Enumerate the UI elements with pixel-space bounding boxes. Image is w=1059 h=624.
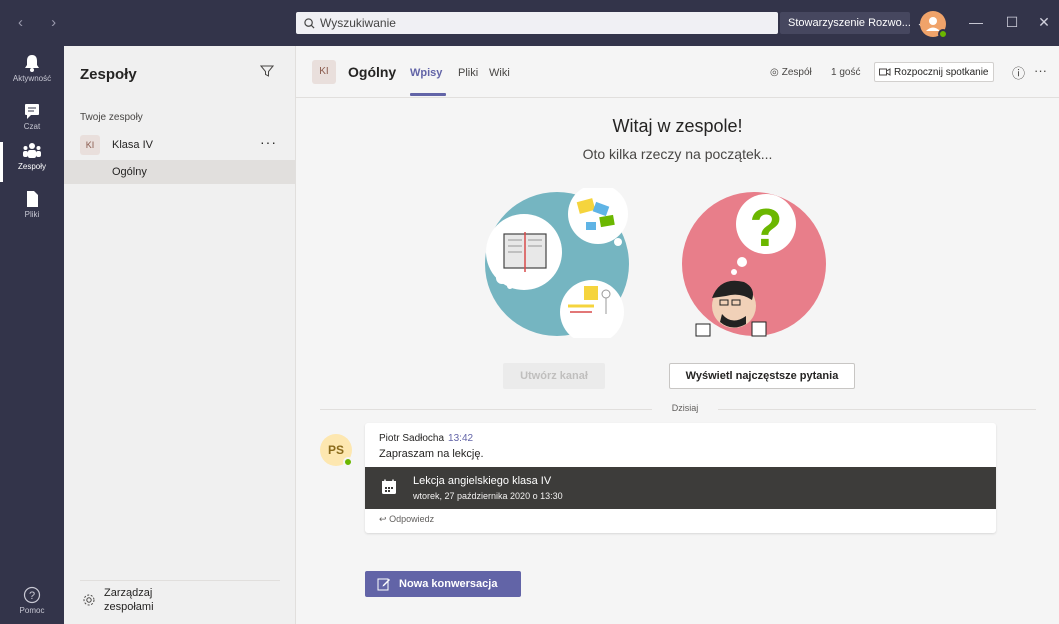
message-time: 13:42: [448, 433, 474, 444]
reply-icon: ↩: [379, 514, 387, 524]
nav-arrows[interactable]: ‹ ›: [18, 14, 68, 31]
channel-name: Ogólny: [112, 166, 147, 178]
teams-panel: Zespoły Twoje zespoły KI Klasa IV ··· Og…: [64, 46, 296, 624]
divider: [718, 409, 1036, 410]
meeting-card[interactable]: Lekcja angielskiego klasa IV wtorek, 27 …: [365, 467, 996, 509]
team-name: Klasa IV: [112, 139, 153, 151]
app-rail: Aktywność Czat Zespoły Pliki ? Pomoc: [0, 46, 64, 624]
rail-item-files[interactable]: Pliki: [0, 186, 64, 234]
welcome-title: Witaj w zespole!: [612, 116, 743, 136]
divider: [80, 580, 280, 581]
team-item[interactable]: KI Klasa IV ···: [64, 132, 295, 160]
reply-button[interactable]: ↩ Odpowiedz: [379, 514, 434, 525]
presence-dot: [343, 457, 353, 467]
channel-header: KI Ogólny Wpisy Pliki Wiki ◎ Zespół 1 go…: [296, 46, 1059, 98]
tab-wiki[interactable]: Wiki: [489, 67, 510, 79]
presence-dot: [938, 29, 948, 39]
active-indicator: [0, 142, 3, 182]
rail-item-teams[interactable]: Zespoły: [0, 138, 64, 186]
tab-files[interactable]: Pliki: [458, 67, 478, 79]
start-meeting-label: Rozpocznij spotkanie: [894, 66, 989, 78]
more-options-icon[interactable]: ···: [260, 134, 277, 150]
meeting-title: Lekcja angielskiego klasa IV: [413, 475, 552, 487]
video-camera-icon: [879, 68, 891, 76]
new-conversation-label: Nowa konwersacja: [399, 578, 498, 590]
section-label: Twoje zespoły: [80, 112, 143, 123]
minimize-button[interactable]: —: [966, 14, 986, 30]
start-meeting-button[interactable]: Rozpocznij spotkanie: [874, 62, 994, 82]
team-avatar: KI: [80, 135, 100, 155]
channels-illustration: [485, 188, 629, 338]
team-chip[interactable]: ◎ Zespół: [766, 62, 816, 82]
rail-label: Czat: [23, 122, 41, 131]
teams-icon: [23, 143, 41, 158]
filter-icon[interactable]: [260, 64, 274, 78]
meeting-date: wtorek, 27 października 2020 o 13:30: [413, 491, 563, 501]
team-chip-label: Zespół: [781, 66, 812, 78]
author-initials: PS: [327, 443, 344, 457]
message-text: Zapraszam na lekcję.: [379, 448, 484, 460]
team-avatar: KI: [312, 60, 336, 84]
channel-item-general[interactable]: Ogólny: [64, 160, 295, 184]
svg-text:?: ?: [750, 198, 783, 258]
faq-illustration: ?: [682, 192, 826, 337]
more-options-icon[interactable]: ···: [1034, 63, 1047, 78]
files-icon: [27, 191, 38, 207]
org-name: Stowarzyszenie Rozwo...: [788, 17, 911, 29]
info-icon[interactable]: ⓘ: [1012, 63, 1025, 82]
rail-label: Pliki: [24, 210, 40, 219]
message-header: Piotr Sadłocha 13:42: [379, 433, 473, 444]
bell-icon: [25, 55, 39, 72]
search-input[interactable]: Wyszukiwanie: [296, 12, 778, 34]
reply-label: Odpowiedz: [389, 514, 435, 524]
calendar-icon: [382, 479, 396, 494]
author-name: Piotr Sadłocha: [379, 433, 445, 444]
compose-icon: [377, 578, 390, 591]
channel-title: Ogólny: [348, 64, 397, 80]
help-icon: ?: [23, 586, 41, 604]
search-placeholder: Wyszukiwanie: [320, 16, 396, 30]
message-card: Piotr Sadłocha 13:42 Zapraszam na lekcję.…: [365, 423, 996, 533]
day-separator: Dzisiaj: [320, 403, 1036, 415]
title-bar: ‹ › Wyszukiwanie Stowarzyszenie Rozwo...…: [0, 0, 1059, 46]
manage-teams-label: Zarządzaj zespołami: [104, 587, 154, 613]
tab-posts[interactable]: Wpisy: [410, 67, 442, 79]
rail-label: Zespoły: [17, 162, 46, 171]
rail-label: Pomoc: [19, 606, 45, 615]
welcome-subtitle: Oto kilka rzeczy na początek...: [582, 146, 773, 162]
org-switcher[interactable]: Stowarzyszenie Rozwo... ⌄: [780, 12, 924, 34]
active-tab-indicator: [410, 93, 446, 96]
svg-text:?: ?: [29, 590, 35, 602]
divider: [320, 409, 652, 410]
chat-icon: [25, 104, 39, 119]
eye-icon: ◎: [770, 66, 779, 78]
panel-title: Zespoły: [80, 66, 137, 83]
author-avatar[interactable]: PS: [320, 434, 353, 467]
maximize-button[interactable]: ☐: [1002, 14, 1022, 31]
open-faq-button[interactable]: Wyświetl najczęstsze pytania: [669, 363, 855, 389]
new-conversation-button[interactable]: Nowa konwersacja: [365, 571, 521, 597]
user-avatar[interactable]: [920, 11, 948, 39]
search-icon: [304, 17, 315, 29]
rail-item-help[interactable]: ? Pomoc: [0, 582, 64, 624]
manage-teams-button[interactable]: Zarządzaj zespołami: [82, 586, 204, 614]
day-label: Dzisiaj: [671, 403, 699, 413]
guest-count[interactable]: 1 gość: [827, 62, 864, 82]
close-button[interactable]: ✕: [1034, 14, 1054, 31]
create-channel-button[interactable]: Utwórz kanał: [503, 363, 605, 389]
rail-label: Aktywność: [12, 74, 52, 83]
rail-item-activity[interactable]: Aktywność: [0, 50, 64, 98]
channel-view: KI Ogólny Wpisy Pliki Wiki ◎ Zespół 1 go…: [296, 46, 1059, 624]
gear-icon: [83, 594, 95, 606]
